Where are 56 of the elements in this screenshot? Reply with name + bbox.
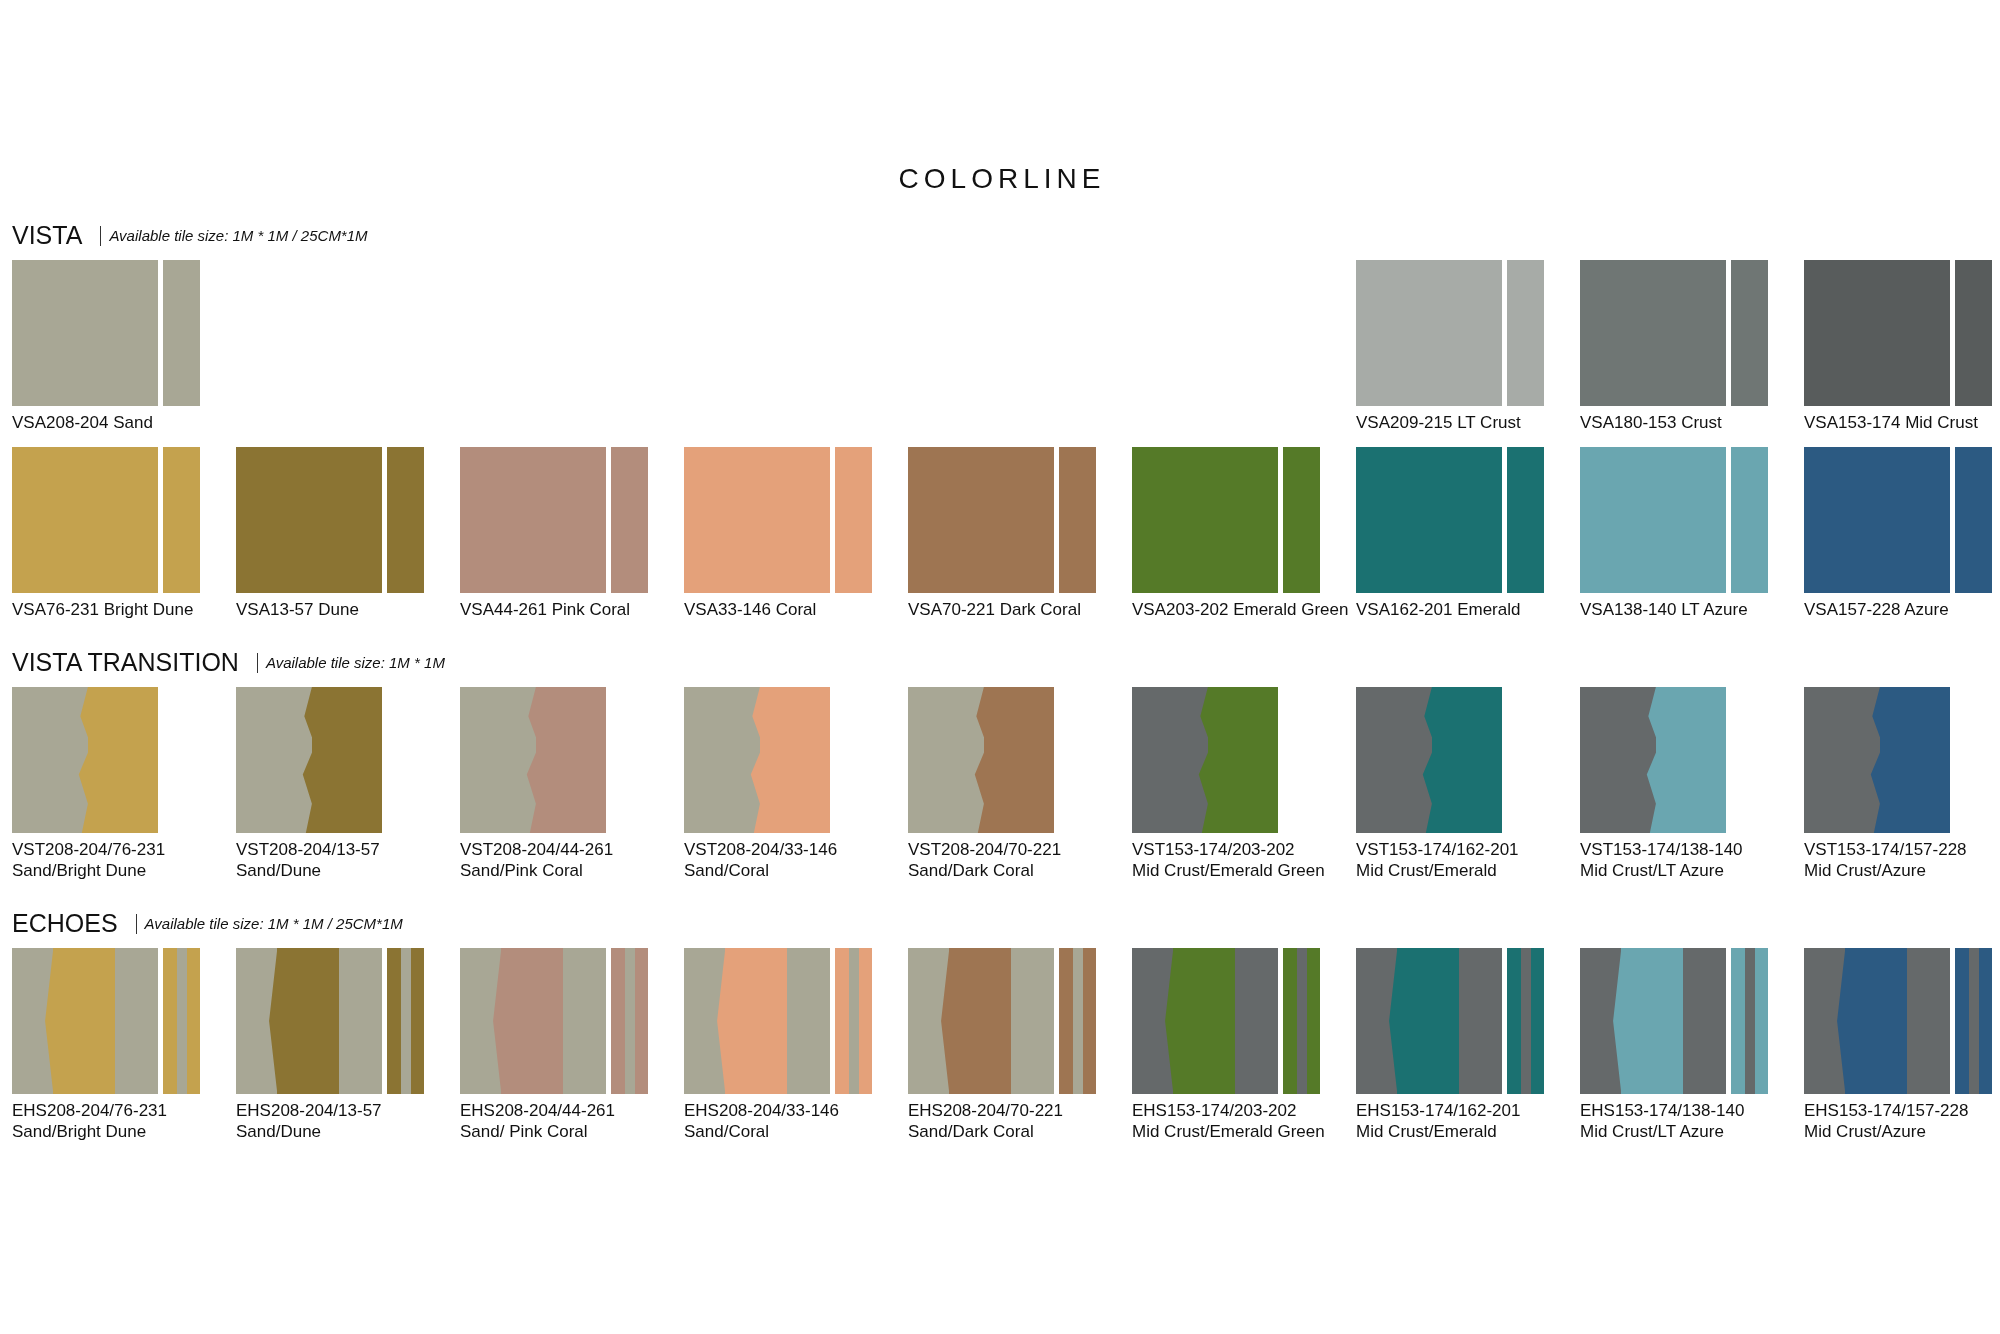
tile-label: Mid Crust/Emerald — [1356, 860, 1497, 881]
section-heading: ECHOES — [12, 909, 118, 938]
tile-label: EHS208-204/33-146 — [684, 1100, 839, 1121]
tile-size-note: Available tile size: 1M * 1M — [256, 652, 445, 673]
tile-size-note: Available tile size: 1M * 1M / 25CM*1M — [135, 913, 403, 934]
tile-label: EHS208-204/44-261 — [460, 1100, 615, 1121]
tile-label: VSA208-204 Sand — [12, 412, 153, 433]
tile-label: VSA138-140 LT Azure — [1580, 599, 1748, 620]
section-heading: VISTA — [12, 221, 83, 250]
tile-label: Mid Crust/Emerald — [1356, 1121, 1497, 1142]
tile-label: VSA76-231 Bright Dune — [12, 599, 194, 620]
tile-label: VSA203-202 Emerald Green — [1132, 599, 1349, 620]
tile-label: VSA33-146 Coral — [684, 599, 817, 620]
tile-label: Mid Crust/Azure — [1804, 860, 1926, 881]
tile-label: Mid Crust/LT Azure — [1580, 860, 1724, 881]
tile-label: EHS153-174/138-140 — [1580, 1100, 1745, 1121]
tile-label: VST208-204/44-261 — [460, 839, 614, 860]
tile-label: VSA70-221 Dark Coral — [908, 599, 1081, 620]
tile-label: Sand/Bright Dune — [12, 1121, 147, 1142]
page-title: COLORLINE — [897, 163, 1107, 195]
tile-label: EHS208-204/70-221 — [908, 1100, 1063, 1121]
tile-label: Sand/Coral — [684, 1121, 770, 1142]
tile-label: VST153-174/138-140 — [1580, 839, 1743, 860]
tile-label: VST153-174/203-202 — [1132, 839, 1295, 860]
tile-label: Sand/ Pink Coral — [460, 1121, 588, 1142]
tile-label: Sand/Dune — [236, 860, 322, 881]
tile-label: Sand/Dune — [236, 1121, 322, 1142]
tile-label: EHS208-204/13-57 — [236, 1100, 382, 1121]
tile-label: Mid Crust/Emerald Green — [1132, 1121, 1325, 1142]
tile-label: EHS153-174/157-228 — [1804, 1100, 1969, 1121]
tile-label: VSA180-153 Crust — [1580, 412, 1722, 433]
tile-label: VST208-204/70-221 — [908, 839, 1062, 860]
tile-label: EHS153-174/203-202 — [1132, 1100, 1297, 1121]
tile-label: VSA157-228 Azure — [1804, 599, 1949, 620]
tile-label: VST208-204/76-231 — [12, 839, 166, 860]
tile-label: VST153-174/157-228 — [1804, 839, 1967, 860]
tile-label: Mid Crust/Emerald Green — [1132, 860, 1325, 881]
tile-label: VST208-204/33-146 — [684, 839, 838, 860]
tile-label: Sand/Pink Coral — [460, 860, 583, 881]
tile-label: VST208-204/13-57 — [236, 839, 380, 860]
tile-label: VSA162-201 Emerald — [1356, 599, 1521, 620]
tile-label: VSA44-261 Pink Coral — [460, 599, 631, 620]
tile-label: EHS153-174/162-201 — [1356, 1100, 1521, 1121]
tile-label: Sand/Coral — [684, 860, 770, 881]
tile-label: VSA153-174 Mid Crust — [1804, 412, 1978, 433]
tile-label: Sand/Dark Coral — [908, 860, 1034, 881]
section-heading: VISTA TRANSITION — [12, 648, 239, 677]
tile-label: VSA13-57 Dune — [236, 599, 359, 620]
tile-label: Sand/Dark Coral — [908, 1121, 1034, 1142]
tile-label: Sand/Bright Dune — [12, 860, 147, 881]
tile-size-note: Available tile size: 1M * 1M / 25CM*1M — [100, 225, 368, 246]
tile-label: EHS208-204/76-231 — [12, 1100, 167, 1121]
tile-label: VST153-174/162-201 — [1356, 839, 1519, 860]
tile-label: Mid Crust/LT Azure — [1580, 1121, 1724, 1142]
tile-label: VSA209-215 LT Crust — [1356, 412, 1521, 433]
tile-label: Mid Crust/Azure — [1804, 1121, 1926, 1142]
